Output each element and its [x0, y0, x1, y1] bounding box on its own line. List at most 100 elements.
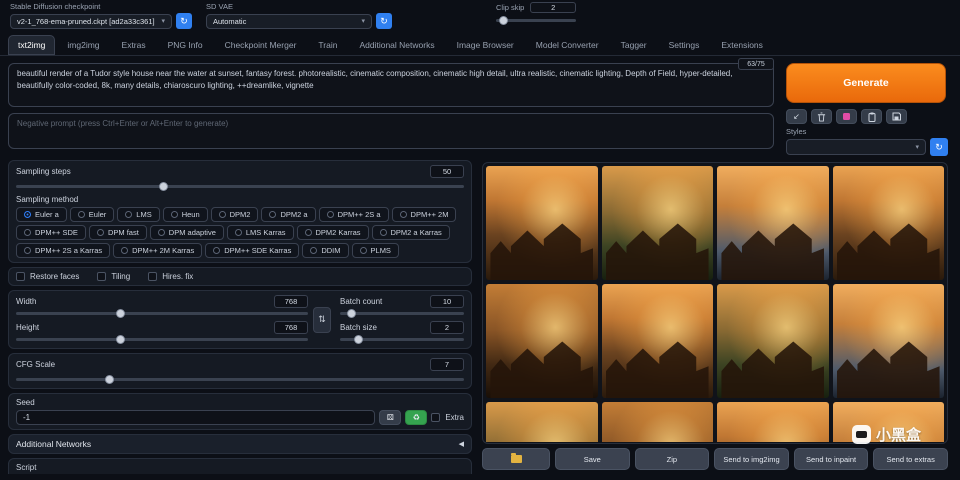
extra-networks-button[interactable]: [836, 109, 857, 124]
gallery-thumbnail[interactable]: [717, 166, 829, 280]
restore-faces-checkbox[interactable]: Restore faces: [16, 272, 79, 281]
radio-icon: [24, 229, 31, 236]
sampler-dpm-sde-karras[interactable]: DPM++ SDE Karras: [205, 243, 299, 258]
radio-icon: [171, 211, 178, 218]
batch-count-slider[interactable]: [340, 308, 464, 318]
sampler-dpm-adaptive[interactable]: DPM adaptive: [150, 225, 224, 240]
sampler-dpm-2s-a[interactable]: DPM++ 2S a: [319, 207, 389, 222]
radio-icon: [310, 247, 317, 254]
gallery-thumbnail[interactable]: [717, 284, 829, 398]
sampler-dpm2-a[interactable]: DPM2 a: [261, 207, 315, 222]
tab-checkpoint-merger[interactable]: Checkpoint Merger: [215, 35, 307, 55]
styles-refresh-button[interactable]: ↻: [930, 138, 948, 156]
gallery-thumbnail[interactable]: [602, 402, 714, 442]
radio-icon: [305, 229, 312, 236]
height-slider[interactable]: [16, 334, 308, 344]
sampler-plms[interactable]: PLMS: [352, 243, 399, 258]
batch-size-slider[interactable]: [340, 334, 464, 344]
sampling-steps-slider[interactable]: [16, 181, 464, 191]
sampling-steps-value[interactable]: 50: [430, 165, 464, 178]
extra-seed-checkbox[interactable]: Extra: [431, 413, 464, 422]
swap-dimensions-button[interactable]: ⇅: [313, 307, 331, 333]
sampler-dpm2-a-karras[interactable]: DPM2 a Karras: [372, 225, 450, 240]
sampler-euler[interactable]: Euler: [70, 207, 115, 222]
sampler-dpm-sde[interactable]: DPM++ SDE: [16, 225, 86, 240]
gallery-thumbnail[interactable]: [602, 284, 714, 398]
save-style-button[interactable]: [886, 109, 907, 124]
width-slider[interactable]: [16, 308, 308, 318]
tiling-checkbox[interactable]: Tiling: [97, 272, 130, 281]
batch-count-value[interactable]: 10: [430, 295, 464, 308]
gallery-action-send-to-extras[interactable]: Send to extras: [873, 448, 948, 470]
tab-extensions[interactable]: Extensions: [711, 35, 773, 55]
chevron-down-icon: ▾: [161, 17, 165, 25]
random-seed-button[interactable]: ⚄: [379, 410, 401, 425]
seed-block: Seed -1 ⚄ ♻ Extra: [8, 393, 472, 430]
dimensions-block: Width 768 Height 768 ⇅ Batch count 10 Ba…: [8, 290, 472, 349]
gallery-action-zip[interactable]: Zip: [635, 448, 710, 470]
checkpoint-select[interactable]: v2-1_768-ema-pruned.ckpt [ad2a33c361] ▾: [10, 14, 172, 29]
cfg-scale-slider[interactable]: [16, 374, 464, 384]
vae-refresh-button[interactable]: ↻: [376, 13, 392, 29]
sampler-lms[interactable]: LMS: [117, 207, 159, 222]
gallery-thumbnail[interactable]: [486, 402, 598, 442]
sampler-dpm-2m[interactable]: DPM++ 2M: [392, 207, 457, 222]
tab-model-converter[interactable]: Model Converter: [526, 35, 609, 55]
gallery-thumbnail[interactable]: [833, 284, 945, 398]
gallery-action-save[interactable]: Save: [555, 448, 630, 470]
apply-style-button[interactable]: [861, 109, 882, 124]
gallery-thumbnail[interactable]: [486, 166, 598, 280]
cfg-scale-value[interactable]: 7: [430, 358, 464, 371]
sampler-dpm2-karras[interactable]: DPM2 Karras: [297, 225, 369, 240]
gallery-thumbnail[interactable]: [486, 284, 598, 398]
sampler-lms-karras[interactable]: LMS Karras: [227, 225, 294, 240]
open-folder-button[interactable]: [482, 448, 550, 470]
styles-select[interactable]: ▾: [786, 139, 926, 155]
chevron-down-icon: ▾: [361, 17, 365, 25]
gallery-action-send-to-inpaint[interactable]: Send to inpaint: [794, 448, 869, 470]
generate-button[interactable]: Generate: [786, 63, 946, 103]
reuse-seed-button[interactable]: ♻: [405, 410, 427, 425]
checkpoint-refresh-button[interactable]: ↻: [176, 13, 192, 29]
hires-fix-checkbox[interactable]: Hires. fix: [148, 272, 193, 281]
gallery-action-send-to-img2img[interactable]: Send to img2img: [714, 448, 789, 470]
sampler-euler-a[interactable]: Euler a: [16, 207, 67, 222]
tab-image-browser[interactable]: Image Browser: [447, 35, 524, 55]
batch-size-value[interactable]: 2: [430, 321, 464, 334]
radio-icon: [235, 229, 242, 236]
read-generation-params-button[interactable]: ↙: [786, 109, 807, 124]
gallery-thumbnail[interactable]: [833, 166, 945, 280]
tab-additional-networks[interactable]: Additional Networks: [349, 35, 444, 55]
negative-prompt-input[interactable]: [8, 113, 774, 149]
tab-bar: txt2imgimg2imgExtrasPNG InfoCheckpoint M…: [0, 32, 960, 56]
gallery-thumbnail[interactable]: [602, 166, 714, 280]
prompt-input[interactable]: beautiful render of a Tudor style house …: [8, 63, 774, 107]
tab-extras[interactable]: Extras: [112, 35, 156, 55]
height-value[interactable]: 768: [274, 321, 308, 334]
sampler-dpm2[interactable]: DPM2: [211, 207, 259, 222]
refresh-icon: ↻: [935, 143, 943, 152]
sampler-ddim[interactable]: DDIM: [302, 243, 348, 258]
tab-png-info[interactable]: PNG Info: [158, 35, 213, 55]
clip-skip-value[interactable]: 2: [530, 2, 576, 13]
dice-icon: ⚄: [387, 413, 394, 422]
width-value[interactable]: 768: [274, 295, 308, 308]
clip-skip-slider[interactable]: [496, 15, 576, 25]
sampler-dpm-fast[interactable]: DPM fast: [89, 225, 147, 240]
tab-txt2img[interactable]: txt2img: [8, 35, 55, 55]
vae-select[interactable]: Automatic ▾: [206, 14, 372, 29]
tab-tagger[interactable]: Tagger: [611, 35, 657, 55]
tab-img2img[interactable]: img2img: [57, 35, 109, 55]
additional-networks-header[interactable]: Additional Networks ◀: [8, 434, 472, 454]
tab-settings[interactable]: Settings: [659, 35, 710, 55]
sampler-dpm-2s-a-karras[interactable]: DPM++ 2S a Karras: [16, 243, 110, 258]
sampler-heun[interactable]: Heun: [163, 207, 208, 222]
tab-train[interactable]: Train: [308, 35, 347, 55]
seed-label: Seed: [16, 398, 464, 407]
clear-prompt-button[interactable]: [811, 109, 832, 124]
checkpoint-group: Stable Diffusion checkpoint v2-1_768-ema…: [10, 2, 192, 29]
additional-networks-label: Additional Networks: [16, 439, 91, 449]
sampler-dpm-2m-karras[interactable]: DPM++ 2M Karras: [113, 243, 202, 258]
gallery-thumbnail[interactable]: [717, 402, 829, 442]
seed-input[interactable]: -1: [16, 410, 375, 425]
